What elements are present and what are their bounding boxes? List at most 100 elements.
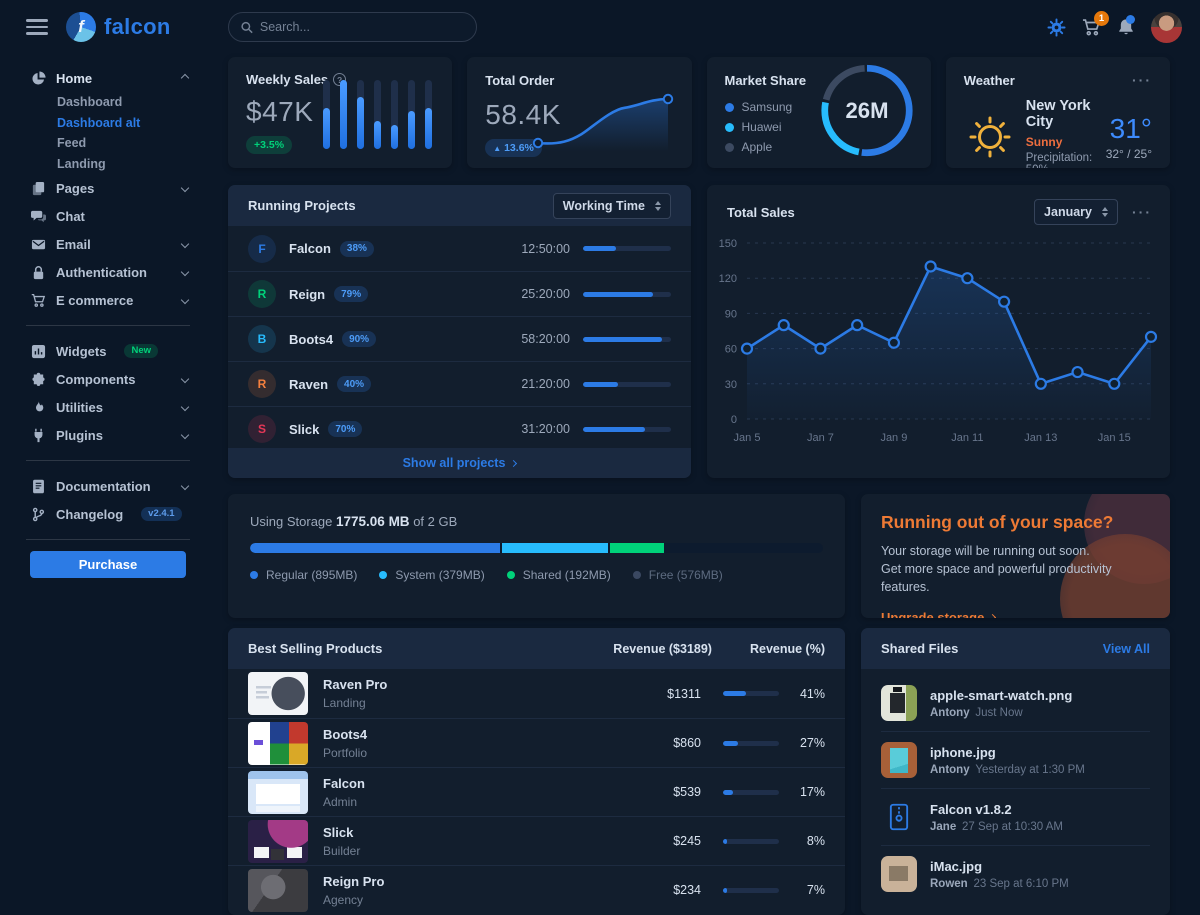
product-row[interactable]: SlickBuilder$2458% bbox=[228, 816, 845, 865]
svg-text:Jan 7: Jan 7 bbox=[807, 432, 834, 444]
product-category[interactable]: Portfolio bbox=[323, 746, 367, 760]
total-sales-card: Total Sales January ··· 0306090120150Jan… bbox=[707, 185, 1170, 478]
product-info: Falcon Admin bbox=[323, 776, 365, 809]
weekly-bar bbox=[340, 80, 347, 149]
project-row[interactable]: SSlick70%31:20:00 bbox=[228, 406, 691, 451]
weather-condition: Sunny bbox=[1026, 135, 1096, 149]
sidebar-item-chat[interactable]: Chat bbox=[30, 202, 216, 230]
file-row[interactable]: Falcon v1.8.2Jane 27 Sep at 10:30 AM bbox=[881, 788, 1150, 845]
book-icon bbox=[30, 479, 46, 494]
weather-menu-icon[interactable]: ··· bbox=[1132, 72, 1152, 88]
sidebar-item-components[interactable]: Components bbox=[30, 365, 216, 393]
total-sales-menu-icon[interactable]: ··· bbox=[1132, 204, 1152, 220]
market-share-title: Market Share bbox=[725, 73, 807, 88]
sidebar-item-plugins[interactable]: Plugins bbox=[30, 421, 216, 449]
product-name[interactable]: Boots4 bbox=[323, 727, 367, 742]
chevron-down-icon bbox=[181, 184, 189, 192]
search-icon bbox=[241, 21, 253, 34]
file-name[interactable]: iMac.jpg bbox=[930, 859, 1069, 874]
products-files-row: Best Selling Products Revenue ($3189) Re… bbox=[228, 628, 1170, 915]
file-name[interactable]: apple-smart-watch.png bbox=[930, 688, 1072, 703]
sidebar-item-dashboard-alt[interactable]: Dashboard alt bbox=[30, 113, 216, 134]
file-name[interactable]: Falcon v1.8.2 bbox=[930, 802, 1063, 817]
project-name[interactable]: Boots4 bbox=[289, 332, 333, 347]
shared-files-card: Shared Files View All apple-smart-watch.… bbox=[861, 628, 1170, 915]
project-name[interactable]: Reign bbox=[289, 287, 325, 302]
file-row[interactable]: iMac.jpgRowen 23 Sep at 6:10 PM bbox=[881, 845, 1150, 902]
sidebar-item-documentation[interactable]: Documentation bbox=[30, 472, 216, 500]
svg-text:Jan 9: Jan 9 bbox=[880, 432, 907, 444]
product-name[interactable]: Falcon bbox=[323, 776, 365, 791]
sidebar-item-email[interactable]: Email bbox=[30, 230, 216, 258]
product-row[interactable]: Boots4Portfolio$86027% bbox=[228, 718, 845, 767]
product-category[interactable]: Builder bbox=[323, 844, 360, 858]
chevron-down-icon bbox=[181, 431, 189, 439]
file-row[interactable]: apple-smart-watch.pngAntony Just Now bbox=[881, 675, 1150, 731]
product-name[interactable]: Reign Pro bbox=[323, 874, 384, 889]
sidebar-item-widgets[interactable]: WidgetsNew bbox=[30, 337, 216, 365]
cart-icon[interactable]: 1 bbox=[1082, 18, 1101, 37]
purchase-button[interactable]: Purchase bbox=[30, 551, 186, 578]
project-name[interactable]: Falcon bbox=[289, 241, 331, 256]
weekly-bar bbox=[425, 80, 432, 149]
notifications-bell-icon[interactable] bbox=[1117, 18, 1135, 36]
product-category[interactable]: Landing bbox=[323, 696, 387, 710]
month-select[interactable]: January bbox=[1034, 199, 1118, 225]
menu-toggle-icon[interactable] bbox=[26, 15, 48, 39]
product-category[interactable]: Admin bbox=[323, 795, 365, 809]
view-all-link[interactable]: View All bbox=[1103, 642, 1150, 656]
search-box[interactable] bbox=[228, 12, 477, 42]
sidebar-item-dashboard[interactable]: Dashboard bbox=[30, 92, 216, 113]
sidebar-item-feed[interactable]: Feed bbox=[30, 133, 216, 154]
legend-dot-icon bbox=[725, 143, 734, 152]
file-row[interactable]: iphone.jpgAntony Yesterday at 1:30 PM bbox=[881, 731, 1150, 788]
settings-gear-icon[interactable] bbox=[1047, 18, 1066, 37]
project-row[interactable]: RRaven40%21:20:00 bbox=[228, 361, 691, 406]
product-name[interactable]: Slick bbox=[323, 825, 360, 840]
product-row[interactable]: Reign ProAgency$2347% bbox=[228, 865, 845, 914]
sidebar-item-utilities[interactable]: Utilities bbox=[30, 393, 216, 421]
product-revenue-bar bbox=[723, 741, 779, 746]
weekly-bar bbox=[374, 80, 381, 149]
product-revenue-percent: 7% bbox=[779, 883, 825, 897]
show-all-projects-link[interactable]: Show all projects bbox=[228, 448, 691, 478]
product-row[interactable]: FalconAdmin$53917% bbox=[228, 767, 845, 816]
svg-text:30: 30 bbox=[725, 379, 737, 391]
file-thumbnail bbox=[881, 856, 917, 892]
notification-dot bbox=[1126, 15, 1135, 24]
sidebar-item-label: Components bbox=[56, 372, 135, 387]
project-name[interactable]: Slick bbox=[289, 422, 319, 437]
project-row[interactable]: RReign79%25:20:00 bbox=[228, 271, 691, 316]
user-avatar[interactable] bbox=[1151, 12, 1182, 43]
weather-range: 32° / 25° bbox=[1106, 147, 1152, 161]
svg-text:120: 120 bbox=[719, 273, 737, 285]
email-icon bbox=[30, 237, 46, 252]
product-name[interactable]: Raven Pro bbox=[323, 677, 387, 692]
total-sales-title: Total Sales bbox=[727, 205, 795, 220]
sidebar-item-authentication[interactable]: Authentication bbox=[30, 258, 216, 286]
falcon-logo[interactable]: f falcon bbox=[66, 12, 171, 42]
upgrade-storage-link[interactable]: Upgrade storage bbox=[881, 610, 1150, 618]
project-row[interactable]: BBoots490%58:20:00 bbox=[228, 316, 691, 361]
sidebar-item-home[interactable]: Home bbox=[30, 64, 216, 92]
sidebar-item-e-commerce[interactable]: E commerce bbox=[30, 286, 216, 314]
sidebar-item-changelog[interactable]: Changelogv2.4.1 bbox=[30, 500, 216, 528]
chevron-down-icon bbox=[181, 240, 189, 248]
file-name[interactable]: iphone.jpg bbox=[930, 745, 1085, 760]
search-input[interactable] bbox=[260, 20, 464, 34]
project-avatar: B bbox=[248, 325, 276, 353]
working-time-select[interactable]: Working Time bbox=[553, 193, 671, 219]
product-thumbnail bbox=[248, 869, 308, 912]
sidebar-divider bbox=[26, 325, 190, 326]
product-row[interactable]: Raven ProLanding$131141% bbox=[228, 669, 845, 718]
sidebar-item-label: Changelog bbox=[56, 507, 123, 522]
sidebar-item-label: Widgets bbox=[56, 344, 106, 359]
project-name[interactable]: Raven bbox=[289, 377, 328, 392]
project-row[interactable]: FFalcon38%12:50:00 bbox=[228, 226, 691, 271]
file-author: Jane bbox=[930, 821, 956, 833]
project-time: 58:20:00 bbox=[521, 332, 570, 346]
sidebar-item-pages[interactable]: Pages bbox=[30, 174, 216, 202]
product-revenue-percent: 17% bbox=[779, 785, 825, 799]
puzzle-icon bbox=[30, 372, 46, 387]
sidebar-item-landing[interactable]: Landing bbox=[30, 154, 216, 175]
